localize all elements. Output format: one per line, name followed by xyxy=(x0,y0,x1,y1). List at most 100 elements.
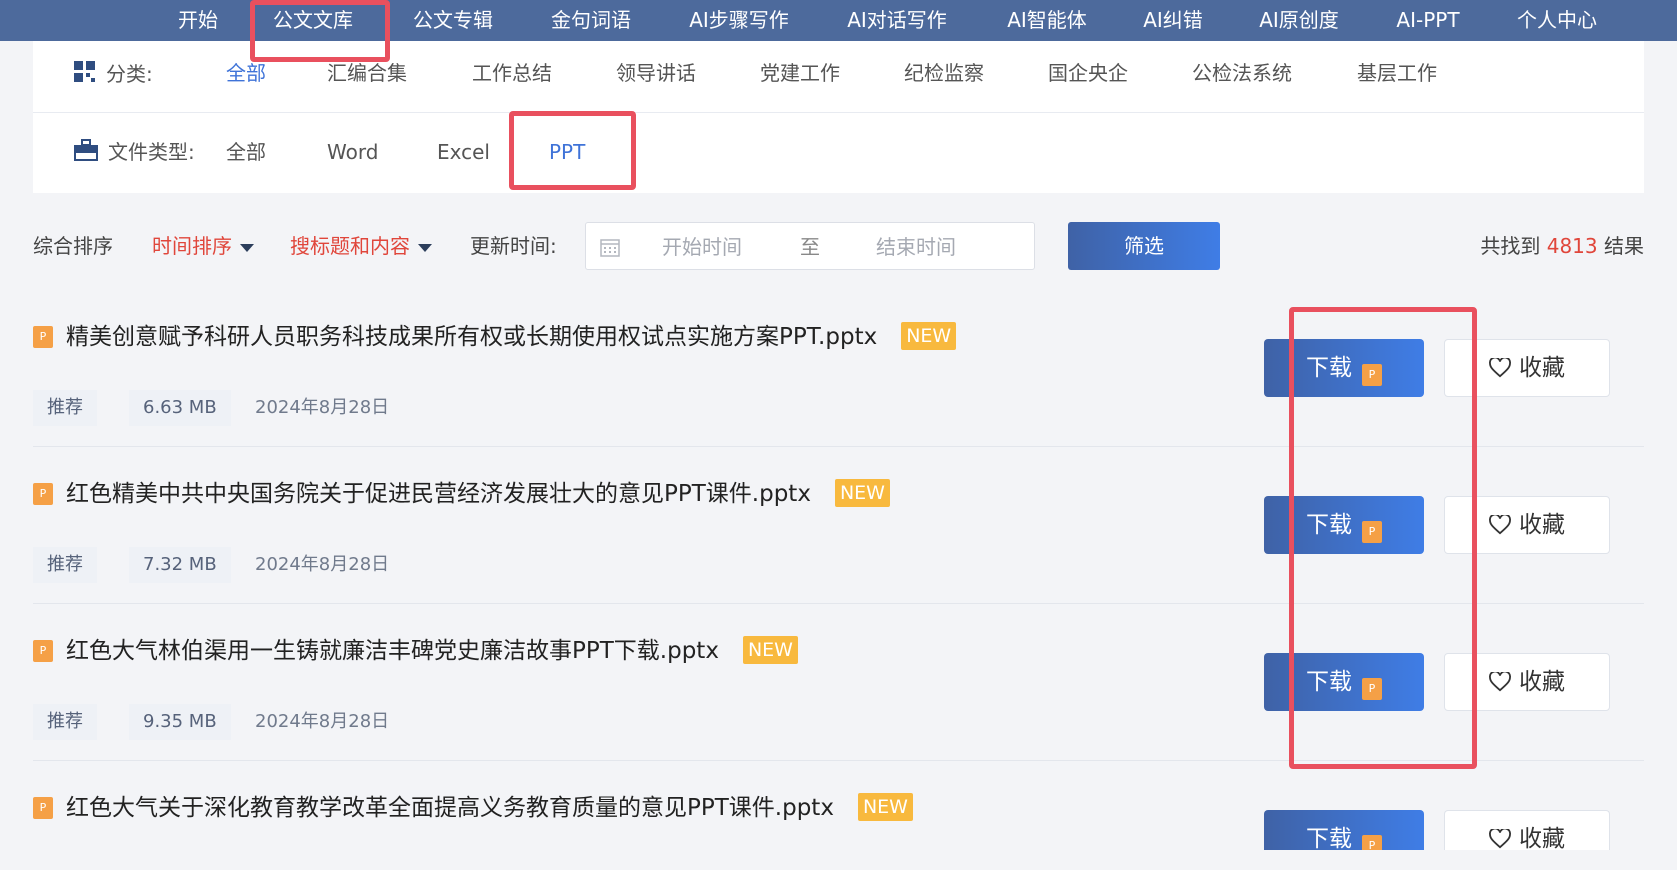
download-label: 下载 xyxy=(1306,512,1352,538)
category-label: 分类: xyxy=(74,59,153,89)
ppt-file-icon: P xyxy=(1362,364,1382,386)
result-title-text: 红色精美中共中央国务院关于促进民营经济发展壮大的意见PPT课件.pptx xyxy=(66,481,811,507)
recommend-tag: 推荐 xyxy=(33,390,97,426)
end-date-placeholder[interactable]: 结束时间 xyxy=(876,223,956,271)
nav-item-ai-step-writing[interactable]: AI步骤写作 xyxy=(684,0,794,41)
category-state-enterprise[interactable]: 国企央企 xyxy=(1048,58,1128,88)
date-range-separator: 至 xyxy=(800,235,820,259)
date-range-input[interactable]: 开始时间 至 结束时间 xyxy=(585,222,1035,270)
chevron-down-icon xyxy=(240,243,254,252)
new-badge: NEW xyxy=(742,636,798,664)
category-leader-speech[interactable]: 领导讲话 xyxy=(616,58,696,88)
nav-item-document-library[interactable]: 公文文库 xyxy=(268,0,358,41)
bottom-strip xyxy=(0,850,1677,870)
result-title[interactable]: 红色大气关于深化教育教学改革全面提高义务教育质量的意见PPT课件.pptx NEW xyxy=(66,791,913,825)
result-title[interactable]: 红色精美中共中央国务院关于促进民营经济发展壮大的意见PPT课件.pptx NEW xyxy=(66,477,890,511)
result-title-text: 红色大气林伯渠用一生铸就廉洁丰碑党史廉洁故事PPT下载.pptx xyxy=(66,638,719,664)
category-all[interactable]: 全部 xyxy=(226,58,266,88)
sort-by-time-label: 时间排序 xyxy=(152,234,232,258)
update-time-label: 更新时间: xyxy=(470,234,557,258)
filetype-label: 文件类型: xyxy=(74,137,195,167)
category-party-building[interactable]: 党建工作 xyxy=(760,58,840,88)
category-discipline-inspection[interactable]: 纪检监察 xyxy=(904,58,984,88)
filetype-ppt[interactable]: PPT xyxy=(549,137,585,167)
download-button[interactable]: 下载 P xyxy=(1264,339,1424,397)
filetype-excel[interactable]: Excel xyxy=(437,137,490,167)
ppt-file-icon: P xyxy=(1362,835,1382,850)
favorite-button[interactable]: 收藏 xyxy=(1444,653,1610,711)
top-nav: 开始 公文文库 公文专辑 金句词语 AI步骤写作 AI对话写作 AI智能体 AI… xyxy=(0,0,1677,41)
nav-item-start[interactable]: 开始 xyxy=(170,0,226,41)
file-date: 2024年8月28日 xyxy=(255,554,390,575)
result-count-suffix: 结果 xyxy=(1604,234,1644,258)
heart-icon xyxy=(1489,827,1511,849)
filetype-label-text: 文件类型: xyxy=(108,140,195,164)
nav-item-personal-center[interactable]: 个人中心 xyxy=(1514,0,1600,41)
category-grid-icon xyxy=(74,60,96,91)
nav-item-golden-phrases[interactable]: 金句词语 xyxy=(546,0,636,41)
favorite-button[interactable]: 收藏 xyxy=(1444,339,1610,397)
nav-item-document-albums[interactable]: 公文专辑 xyxy=(408,0,498,41)
file-date: 2024年8月28日 xyxy=(255,711,390,732)
ppt-file-icon: P xyxy=(33,326,53,348)
ppt-file-icon: P xyxy=(33,797,53,819)
nav-item-ai-ppt[interactable]: AI-PPT xyxy=(1390,0,1466,41)
recommend-tag: 推荐 xyxy=(33,547,97,583)
favorite-label: 收藏 xyxy=(1519,669,1565,695)
ppt-file-icon: P xyxy=(33,640,53,662)
sort-by-time[interactable]: 时间排序 xyxy=(152,231,254,261)
category-label-text: 分类: xyxy=(106,62,153,86)
search-scope-dropdown[interactable]: 搜标题和内容 xyxy=(290,231,432,261)
start-date-placeholder[interactable]: 开始时间 xyxy=(662,223,742,271)
search-scope-label: 搜标题和内容 xyxy=(290,234,410,258)
briefcase-icon xyxy=(74,138,98,169)
ppt-file-icon: P xyxy=(1362,678,1382,700)
chevron-down-icon xyxy=(418,243,432,252)
result-count-number: 4813 xyxy=(1546,234,1598,258)
category-grassroots[interactable]: 基层工作 xyxy=(1357,58,1437,88)
favorite-button[interactable]: 收藏 xyxy=(1444,810,1610,850)
heart-icon xyxy=(1489,513,1511,535)
category-compilations[interactable]: 汇编合集 xyxy=(327,58,407,88)
nav-item-ai-dialog-writing[interactable]: AI对话写作 xyxy=(842,0,952,41)
result-title[interactable]: 红色大气林伯渠用一生铸就廉洁丰碑党史廉洁故事PPT下载.pptx NEW xyxy=(66,634,798,668)
nav-item-ai-agent[interactable]: AI智能体 xyxy=(1002,0,1092,41)
favorite-label: 收藏 xyxy=(1519,355,1565,381)
result-count-prefix: 共找到 xyxy=(1480,234,1541,258)
filter-divider xyxy=(33,112,1644,113)
new-badge: NEW xyxy=(834,479,890,507)
ppt-file-icon: P xyxy=(33,483,53,505)
calendar-icon xyxy=(600,237,620,261)
result-title-text: 红色大气关于深化教育教学改革全面提高义务教育质量的意见PPT课件.pptx xyxy=(66,795,834,821)
file-size: 6.63 MB xyxy=(129,390,231,426)
download-label: 下载 xyxy=(1306,669,1352,695)
result-title-text: 精美创意赋予科研人员职务科技成果所有权或长期使用权试点实施方案PPT.pptx xyxy=(66,324,878,350)
favorite-button[interactable]: 收藏 xyxy=(1444,496,1610,554)
file-date: 2024年8月28日 xyxy=(255,397,390,418)
new-badge: NEW xyxy=(901,322,957,350)
download-button[interactable]: 下载 P xyxy=(1264,653,1424,711)
filetype-all[interactable]: 全部 xyxy=(226,137,266,167)
download-button[interactable]: 下载 P xyxy=(1264,810,1424,850)
result-count: 共找到 4813 结果 xyxy=(1480,231,1644,261)
filetype-word[interactable]: Word xyxy=(327,137,378,167)
nav-item-ai-originality[interactable]: AI原创度 xyxy=(1254,0,1344,41)
recommend-tag: 推荐 xyxy=(33,704,97,740)
download-button[interactable]: 下载 P xyxy=(1264,496,1424,554)
favorite-label: 收藏 xyxy=(1519,826,1565,850)
file-size: 9.35 MB xyxy=(129,704,231,740)
heart-icon xyxy=(1489,670,1511,692)
sort-general[interactable]: 综合排序 xyxy=(33,231,113,261)
favorite-label: 收藏 xyxy=(1519,512,1565,538)
download-label: 下载 xyxy=(1306,826,1352,850)
nav-item-ai-proofread[interactable]: AI纠错 xyxy=(1138,0,1208,41)
category-judicial-system[interactable]: 公检法系统 xyxy=(1192,58,1292,88)
download-label: 下载 xyxy=(1306,355,1352,381)
file-size: 7.32 MB xyxy=(129,547,231,583)
filter-button[interactable]: 筛选 xyxy=(1068,222,1220,270)
category-work-summary[interactable]: 工作总结 xyxy=(472,58,552,88)
ppt-file-icon: P xyxy=(1362,521,1382,543)
new-badge: NEW xyxy=(857,793,913,821)
heart-icon xyxy=(1489,356,1511,378)
result-title[interactable]: 精美创意赋予科研人员职务科技成果所有权或长期使用权试点实施方案PPT.pptx N… xyxy=(66,320,957,354)
